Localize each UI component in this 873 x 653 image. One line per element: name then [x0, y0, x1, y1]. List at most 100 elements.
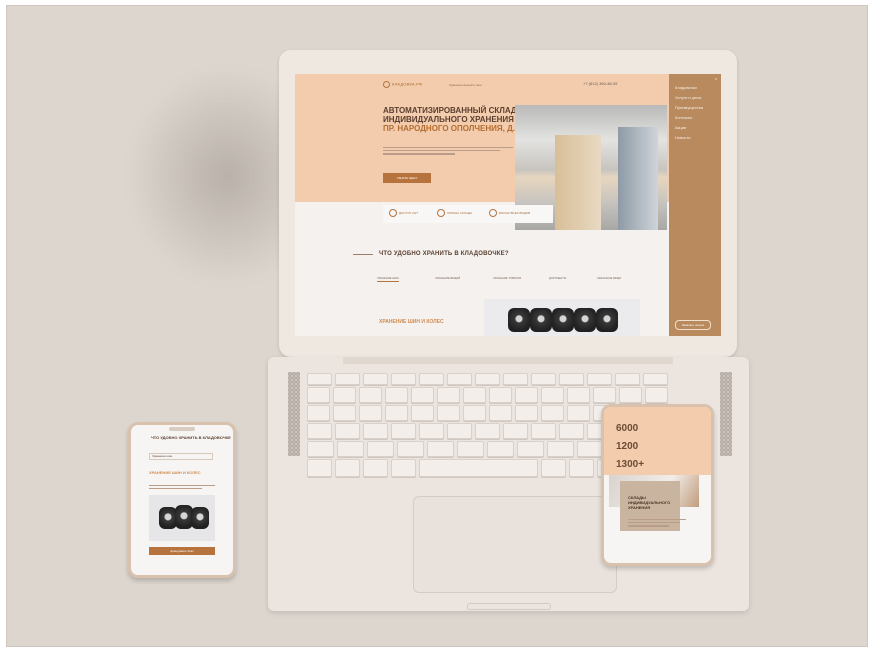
keyboard-key[interactable] — [643, 373, 668, 385]
keyboard-key[interactable] — [489, 405, 512, 421]
close-icon[interactable]: × — [715, 76, 717, 81]
keyboard-key[interactable] — [437, 387, 460, 403]
keyboard-key[interactable] — [335, 373, 360, 385]
keyboard-key[interactable] — [447, 373, 472, 385]
keyboard-key[interactable] — [547, 441, 574, 457]
keyboard-key[interactable] — [335, 423, 360, 439]
keyboard-key[interactable] — [487, 441, 514, 457]
keyboard-key[interactable] — [567, 387, 590, 403]
keyboard-key[interactable] — [359, 405, 382, 421]
keyboard-key[interactable] — [559, 373, 584, 385]
keyboard-key[interactable] — [307, 387, 330, 403]
keyboard-key[interactable] — [577, 441, 604, 457]
keyboard-key[interactable] — [593, 387, 616, 403]
keyboard-key[interactable] — [531, 373, 556, 385]
laptop-screen: КЛАДОВКА.РФ Хранение вещей и шин +7 (812… — [295, 74, 721, 336]
header-phone[interactable]: +7 (812) 360-48-39 — [583, 81, 617, 86]
keyboard-key[interactable] — [335, 459, 360, 477]
keyboard-key[interactable] — [385, 387, 408, 403]
keyboard-key[interactable] — [411, 405, 434, 421]
keyboard-key[interactable] — [307, 459, 332, 477]
keyboard-key[interactable] — [619, 387, 642, 403]
keyboard-key[interactable] — [333, 387, 356, 403]
keyboard-key[interactable] — [391, 423, 416, 439]
phone-left-title: ЧТО УДОБНО ХРАНИТЬ В КЛАДОВОЧКЕ — [151, 435, 231, 440]
clock-icon — [389, 209, 397, 217]
tab-goods[interactable]: ХРАНЕНИЕ ТОВАРОВ — [493, 277, 521, 280]
hero-description — [383, 145, 513, 157]
keyboard-key[interactable] — [587, 373, 612, 385]
keyboard-key[interactable] — [475, 373, 500, 385]
logo-subtitle: Хранение вещей и шин — [449, 83, 482, 87]
tab-documents[interactable]: ДОКУМЕНТЫ — [549, 277, 566, 280]
phone-left-button[interactable]: Арендовать бокс — [149, 547, 215, 555]
tab-seasonal[interactable]: СЕЗОННЫЕ ВЕЩИ — [597, 277, 621, 280]
menu-item[interactable]: Услуги и цены — [675, 95, 701, 100]
keyboard-key[interactable] — [531, 423, 556, 439]
keyboard-key[interactable] — [503, 373, 528, 385]
keyboard-key[interactable] — [363, 423, 388, 439]
keyboard-key[interactable] — [569, 459, 594, 477]
keyboard-key[interactable] — [645, 387, 668, 403]
keyboard-key[interactable] — [517, 441, 544, 457]
phone-left: ЧТО УДОБНО ХРАНИТЬ В КЛАДОВОЧКЕ Хранение… — [128, 422, 236, 578]
hero-title: АВТОМАТИЗИРОВАННЫЙ СКЛАД ИНДИВИДУАЛЬНОГО… — [383, 106, 528, 133]
tab-things[interactable]: ХРАНЕНИЕ ВЕЩЕЙ — [435, 277, 460, 280]
menu-item[interactable]: Новости — [675, 135, 690, 140]
spacebar-key[interactable] — [419, 459, 538, 477]
keyboard-key[interactable] — [447, 423, 472, 439]
keyboard-key[interactable] — [307, 441, 334, 457]
keyboard-key[interactable] — [515, 387, 538, 403]
keyboard-key[interactable] — [503, 423, 528, 439]
keyboard-key[interactable] — [615, 373, 640, 385]
hero-button[interactable]: УЗНАТЬ ЦЕНУ — [383, 173, 431, 183]
keyboard-key[interactable] — [541, 387, 564, 403]
keyboard-key[interactable] — [541, 405, 564, 421]
keyboard-key[interactable] — [411, 387, 434, 403]
keyboard-key[interactable] — [567, 405, 590, 421]
feature-item: ОХРАНА СКЛАДА — [437, 209, 472, 217]
keyboard-key[interactable] — [463, 405, 486, 421]
laptop-front-notch — [467, 603, 551, 610]
keyboard-key[interactable] — [385, 405, 408, 421]
menu-item[interactable]: Кладовочки — [675, 85, 697, 90]
keyboard-key[interactable] — [307, 405, 330, 421]
keyboard-key[interactable] — [419, 373, 444, 385]
trackpad[interactable] — [413, 496, 617, 593]
tab-tyres[interactable]: ХРАНЕНИЕ ШИН — [377, 277, 399, 282]
category-tabs: ХРАНЕНИЕ ШИН ХРАНЕНИЕ ВЕЩЕЙ ХРАНЕНИЕ ТОВ… — [377, 277, 649, 284]
keyboard-key[interactable] — [489, 387, 512, 403]
keyboard-key[interactable] — [437, 405, 460, 421]
laptop-hinge — [343, 357, 673, 364]
phone-left-section: ХРАНЕНИЕ ШИН И КОЛЕС — [149, 470, 201, 475]
keyboard-key[interactable] — [307, 423, 332, 439]
speaker-right — [720, 372, 732, 456]
keyboard-key[interactable] — [337, 441, 364, 457]
keyboard-key[interactable] — [363, 459, 388, 477]
box-icon — [489, 209, 497, 217]
keyboard-key[interactable] — [363, 373, 388, 385]
keyboard-key[interactable] — [419, 423, 444, 439]
menu-item[interactable]: Контакты — [675, 115, 692, 120]
keyboard-key[interactable] — [559, 423, 584, 439]
speaker-left — [288, 372, 300, 456]
keyboard-key[interactable] — [391, 373, 416, 385]
keyboard-key[interactable] — [307, 373, 332, 385]
keyboard-key[interactable] — [463, 387, 486, 403]
keyboard-key[interactable] — [367, 441, 394, 457]
keyboard-key[interactable] — [333, 405, 356, 421]
keyboard-key[interactable] — [391, 459, 416, 477]
phone-left-select[interactable]: Хранение шин — [149, 453, 213, 460]
logo-icon — [383, 81, 390, 88]
keyboard-key[interactable] — [427, 441, 454, 457]
keyboard-key[interactable] — [541, 459, 566, 477]
site-logo[interactable]: КЛАДОВКА.РФ — [383, 81, 422, 88]
keyboard-key[interactable] — [397, 441, 424, 457]
keyboard-key[interactable] — [359, 387, 382, 403]
keyboard-key[interactable] — [457, 441, 484, 457]
callback-button[interactable]: Заказать звонок — [675, 320, 711, 330]
keyboard-key[interactable] — [515, 405, 538, 421]
menu-item[interactable]: Акции — [675, 125, 686, 130]
menu-item[interactable]: Преимущества — [675, 105, 703, 110]
keyboard-key[interactable] — [475, 423, 500, 439]
